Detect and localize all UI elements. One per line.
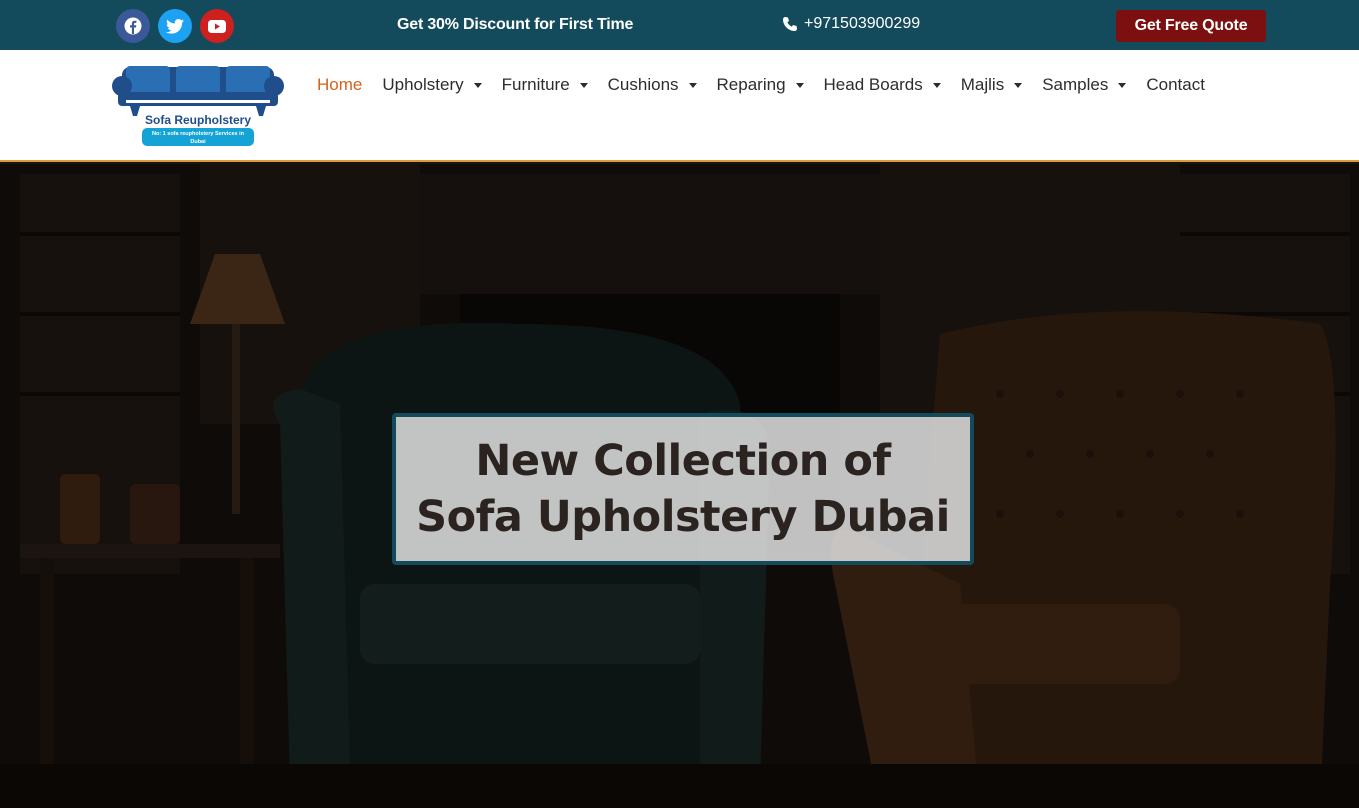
nav-item-samples[interactable]: Samples — [1042, 75, 1127, 95]
nav-item-home[interactable]: Home — [317, 75, 362, 95]
chevron-down-icon — [1014, 82, 1023, 88]
chevron-down-icon — [688, 82, 697, 88]
logo-tagline-2: Dubai — [190, 139, 206, 145]
phone-link[interactable]: +971503900299 — [782, 15, 920, 33]
hero-headline-line-1: New Collection of — [475, 436, 891, 486]
nav-item-reparing[interactable]: Reparing — [717, 75, 804, 95]
chevron-down-icon — [932, 82, 941, 88]
nav-item-cushions[interactable]: Cushions — [608, 75, 697, 95]
hero-headline-box: New Collection of Sofa Upholstery Dubai — [392, 413, 974, 565]
phone-icon — [783, 17, 797, 31]
nav-item-upholstery[interactable]: Upholstery — [382, 75, 482, 95]
nav-item-contact[interactable]: Contact — [1146, 75, 1205, 95]
chevron-down-icon — [795, 82, 804, 88]
twitter-icon[interactable] — [158, 9, 192, 43]
chevron-down-icon — [579, 82, 588, 88]
logo-brand-text: Sofa Reupholstery — [145, 113, 251, 127]
nav-item-majlis[interactable]: Majlis — [961, 75, 1023, 95]
youtube-icon[interactable] — [200, 9, 234, 43]
chevron-down-icon — [473, 82, 482, 88]
logo-tagline: No: 1 sofa reupholstery Services in — [152, 131, 245, 137]
hero-headline-line-2: Sofa Upholstery Dubai — [416, 492, 950, 542]
main-navigation: Sofa Reupholstery No: 1 sofa reupholster… — [0, 50, 1359, 162]
top-bar: Get 30% Discount for First Time +9715039… — [0, 0, 1359, 50]
get-free-quote-button[interactable]: Get Free Quote — [1116, 10, 1266, 42]
chevron-down-icon — [1118, 82, 1127, 88]
nav-menu: Home Upholstery Furniture Cushions Repar… — [317, 75, 1225, 95]
nav-item-furniture[interactable]: Furniture — [502, 75, 588, 95]
logo[interactable]: Sofa Reupholstery No: 1 sofa reupholster… — [112, 64, 284, 148]
discount-banner: Get 30% Discount for First Time — [397, 16, 634, 33]
hero-section: New Collection of Sofa Upholstery Dubai — [0, 164, 1359, 808]
facebook-icon[interactable] — [116, 9, 150, 43]
nav-item-head-boards[interactable]: Head Boards — [824, 75, 941, 95]
phone-number: +971503900299 — [804, 15, 921, 32]
